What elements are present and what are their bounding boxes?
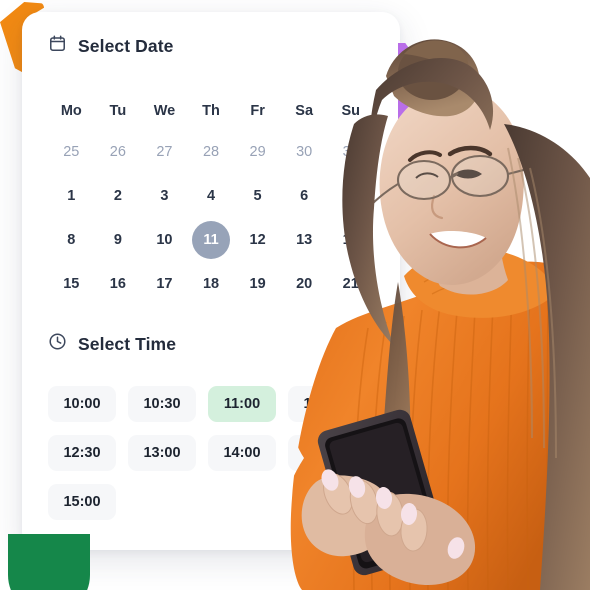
weekday-label: Th — [202, 103, 220, 119]
screenshot-stage: Select Date Mo Tu We Th Fr Sa Su 25 26 2… — [0, 0, 590, 590]
purple-triangle-shape — [398, 43, 450, 125]
calendar-day-number: 7 — [346, 188, 355, 204]
calendar-day-number: 17 — [156, 276, 173, 292]
calendar-day-number: 29 — [249, 144, 266, 160]
calendar-day-number: 11 — [192, 221, 231, 259]
select-time-title: Select Time — [78, 333, 177, 354]
calendar-day-cell[interactable]: 10 — [141, 218, 188, 262]
time-slot[interactable]: 12:00 — [288, 386, 356, 422]
calendar-day-cell[interactable]: 14 — [327, 218, 374, 262]
calendar-day-number: 15 — [63, 276, 80, 292]
calendar-day-cell[interactable]: 25 — [48, 130, 95, 174]
calendar-day-cell[interactable]: 3 — [141, 174, 188, 218]
calendar-day-number: 5 — [253, 188, 262, 204]
calendar-day-number: 16 — [109, 276, 126, 292]
calendar-day-number: 27 — [156, 144, 173, 160]
calendar-day-number: 9 — [113, 232, 122, 248]
calendar-day-number: 31 — [342, 144, 359, 160]
calendar-day-cell-selected[interactable]: 11 — [188, 218, 235, 262]
calendar-day-cell[interactable]: 21 — [327, 262, 374, 306]
calendar-day-cell[interactable]: 6 — [281, 174, 328, 218]
time-slot[interactable]: 13:00 — [128, 435, 196, 471]
calendar-icon — [48, 34, 67, 58]
calendar-day-cell[interactable]: 29 — [234, 130, 281, 174]
calendar-day-cell[interactable]: 13 — [281, 218, 328, 262]
calendar-day-number: 14 — [342, 232, 359, 248]
calendar-day-number: 4 — [206, 188, 216, 204]
select-date-header: Select Date — [48, 34, 173, 58]
calendar-day-cell[interactable]: 2 — [95, 174, 142, 218]
select-time-header: Select Time — [48, 332, 176, 356]
clock-icon — [48, 332, 67, 356]
calendar-day-number: 26 — [109, 144, 126, 160]
calendar-day-cell[interactable]: 19 — [234, 262, 281, 306]
calendar-day-number: 2 — [113, 188, 122, 204]
calendar-day-number: 25 — [63, 144, 80, 160]
calendar-day-cell[interactable]: 5 — [234, 174, 281, 218]
calendar-day-number: 1 — [67, 188, 76, 204]
calendar-day-cell[interactable]: 26 — [95, 130, 142, 174]
time-slot[interactable]: 14:30 — [288, 435, 356, 471]
calendar-day-cell[interactable]: 18 — [188, 262, 235, 306]
calendar-day-number: 30 — [296, 144, 313, 160]
calendar-day-cell[interactable]: 20 — [281, 262, 328, 306]
calendar-day-number: 19 — [249, 276, 266, 292]
calendar-weekday-row: Mo Tu We Th Fr Sa Su — [48, 92, 374, 130]
time-slot[interactable]: 12:30 — [48, 435, 116, 471]
calendar-day-number: 3 — [160, 188, 169, 204]
calendar-week-row: 1 2 3 4 5 6 7 — [48, 174, 374, 218]
calendar-day-cell[interactable]: 15 — [48, 262, 95, 306]
calendar-day-number: 8 — [67, 232, 76, 248]
time-slot-selected[interactable]: 11:00 — [208, 386, 276, 422]
green-half-circle-shape — [8, 534, 90, 590]
weekday-label: Sa — [295, 103, 314, 119]
calendar-day-number: 28 — [202, 144, 220, 160]
weekday-label: Tu — [109, 103, 127, 119]
calendar-day-number: 20 — [296, 276, 313, 292]
calendar-day-cell[interactable]: 31 — [327, 130, 374, 174]
calendar-day-cell[interactable]: 9 — [95, 218, 142, 262]
calendar-day-number: 21 — [342, 276, 359, 292]
calendar-day-cell[interactable]: 12 — [234, 218, 281, 262]
weekday-label: Su — [341, 103, 361, 119]
appointment-booking-card: Select Date Mo Tu We Th Fr Sa Su 25 26 2… — [22, 12, 400, 550]
weekday-label: Mo — [60, 103, 82, 119]
time-slot[interactable]: 10:00 — [48, 386, 116, 422]
weekday-label: Fr — [250, 103, 265, 119]
calendar-day-number: 10 — [156, 232, 173, 248]
calendar-week-row: 8 9 10 11 12 13 14 — [48, 218, 374, 262]
calendar-day-cell[interactable]: 8 — [48, 218, 95, 262]
select-date-title: Select Date — [78, 35, 174, 56]
calendar-day-cell[interactable]: 17 — [141, 262, 188, 306]
calendar-week-row: 25 26 27 28 29 30 31 — [48, 130, 374, 174]
calendar-day-cell[interactable]: 28 — [188, 130, 235, 174]
time-slot[interactable]: 14:00 — [208, 435, 276, 471]
calendar-day-cell[interactable]: 4 — [188, 174, 235, 218]
calendar-day-cell[interactable]: 30 — [281, 130, 328, 174]
calendar-day-number: 18 — [202, 276, 220, 292]
time-slot-grid: 10:00 10:30 11:00 12:00 12:30 13:00 14:0… — [48, 386, 378, 520]
calendar-grid: Mo Tu We Th Fr Sa Su 25 26 27 28 29 30 3… — [48, 92, 374, 306]
calendar-day-cell[interactable]: 16 — [95, 262, 142, 306]
calendar-day-number: 12 — [249, 232, 266, 248]
calendar-day-number: 6 — [300, 188, 309, 204]
time-slot[interactable]: 15:00 — [48, 484, 116, 520]
calendar-day-cell[interactable]: 7 — [327, 174, 374, 218]
calendar-day-cell[interactable]: 1 — [48, 174, 95, 218]
calendar-week-row: 15 16 17 18 19 20 21 — [48, 262, 374, 306]
calendar-day-cell[interactable]: 27 — [141, 130, 188, 174]
time-slot[interactable]: 10:30 — [128, 386, 196, 422]
calendar-day-number: 13 — [296, 232, 313, 248]
weekday-label: We — [153, 103, 176, 119]
